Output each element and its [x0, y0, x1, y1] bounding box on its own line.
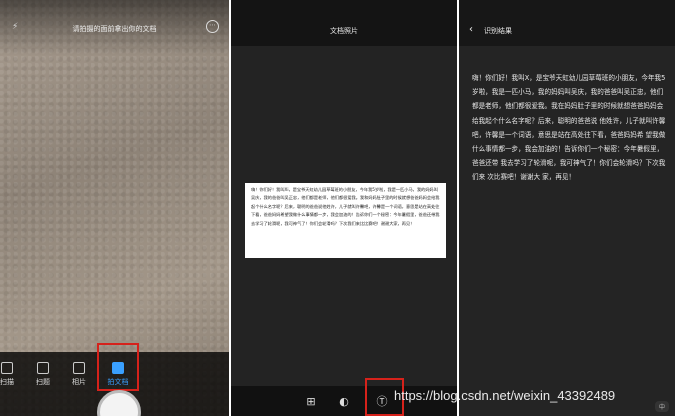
document-photo-panel: 文档照片 嗨！你们好！我叫Xi，是宝爷天虹幼儿园草莓班的小朋友，今年我5岁啦，我… [231, 0, 457, 416]
back-icon[interactable]: ‹ [469, 24, 473, 35]
mode-scan-question-label: 扫题 [36, 378, 50, 386]
result-title: 识别结果 [484, 27, 512, 35]
watermark-url: https://blog.csdn.net/weixin_43392489 [394, 388, 616, 403]
capture-hint: 请拍摄的面前拿出你的文档 [72, 25, 157, 33]
grid-icon[interactable]: ⊞ [303, 394, 319, 410]
scan-icon [1, 362, 13, 374]
result-header [459, 0, 675, 46]
question-scan-icon [37, 362, 49, 374]
more-icon[interactable]: ⋯ [206, 20, 219, 33]
highlight-box-document-mode [97, 343, 139, 391]
doc-photo-title: 文档照片 [330, 27, 358, 35]
mode-photo-label: 相片 [72, 378, 86, 386]
contrast-icon[interactable]: ◐ [336, 394, 352, 410]
photo-icon [73, 362, 85, 374]
mode-scan-label: 扫描 [0, 378, 14, 386]
mode-photo[interactable]: 相片 [62, 362, 96, 387]
doc-photo-header [231, 0, 457, 46]
mode-scan-question[interactable]: 扫题 [26, 362, 60, 387]
flash-icon[interactable]: ⚡ [12, 22, 18, 32]
mode-scan[interactable]: 扫描 [0, 362, 24, 387]
result-panel: ‹ 识别结果 嗨！你们好！我叫X，是宝爷天虹幼儿园草莓班的小朋友，今年我5岁啦，… [459, 0, 675, 416]
camera-panel: ⚡ 请拍摄的面前拿出你的文档 ⋯ 扫描 扫题 相片 拍文档 [0, 0, 229, 416]
recognized-text: 嗨！你们好！我叫X，是宝爷天虹幼儿园草莓班的小朋友，今年我5岁啦，我是一匹小马，… [472, 74, 666, 182]
captured-document-page: 嗨！你们好！我叫Xi，是宝爷天虹幼儿园草莓班的小朋友，今年我5岁啦，我是一匹小马… [245, 183, 446, 258]
input-method-badge: 中 [654, 401, 669, 412]
